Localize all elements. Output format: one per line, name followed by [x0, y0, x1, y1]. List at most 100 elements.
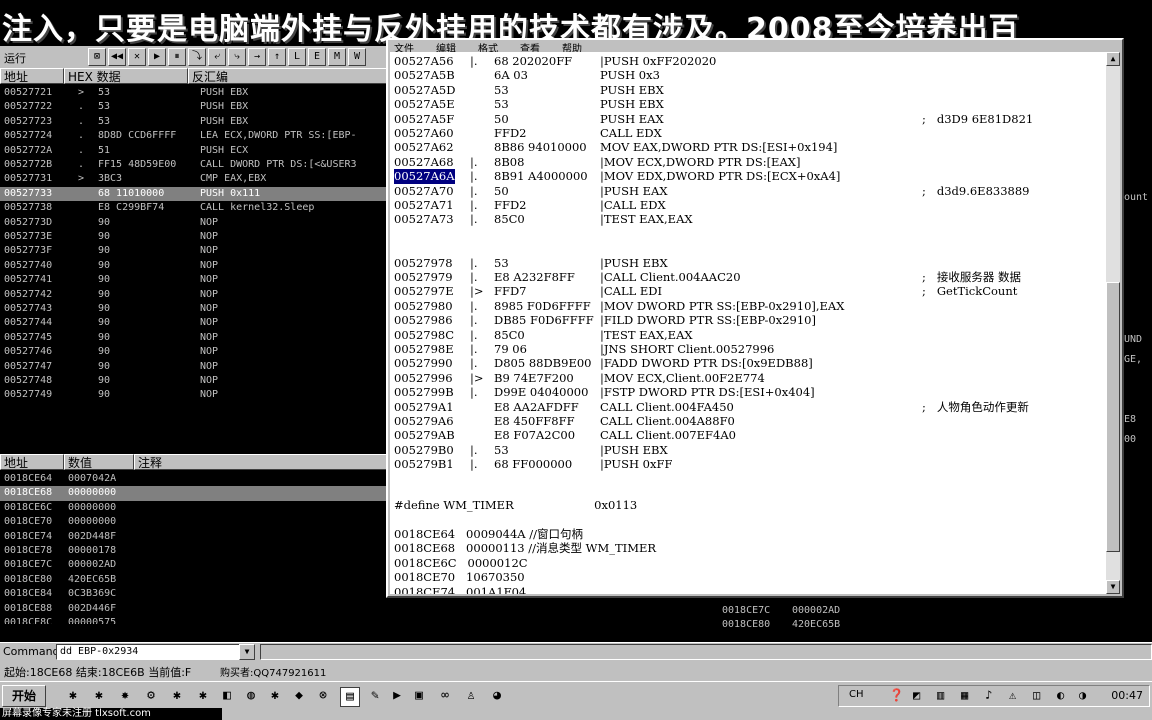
scroll-thumb[interactable] — [1106, 282, 1120, 552]
tray-icon[interactable]: ⚠ — [1009, 688, 1016, 702]
dump-row[interactable]: 0018CE78 00000178 — [0, 544, 390, 558]
scroll-down-button[interactable]: ▼ — [1106, 580, 1120, 594]
disasm-row[interactable]: 0052773D 90 NOP — [0, 216, 390, 230]
notepad-window[interactable]: 文件 编辑 格式 查看 帮助 00527A56 |. 68 202020FF |PUSH 0x… — [386, 38, 1124, 598]
stack-row[interactable]: 0018CE7C 000002AD — [700, 604, 1090, 618]
toolbar-button[interactable]: ⤶ — [208, 48, 226, 66]
toolbar-button[interactable]: ⏸ — [168, 48, 186, 66]
help-icon[interactable]: ❓ — [889, 688, 904, 702]
disasm-row[interactable]: 00527747 90 NOP — [0, 360, 390, 374]
dump-row[interactable]: 0018CE70 00000000 — [0, 515, 390, 529]
toolbar-button[interactable]: ⊠ — [88, 48, 106, 66]
dump-row[interactable]: 0018CE8C 00000575 — [0, 616, 390, 624]
toolbar-button[interactable]: ⤷ — [228, 48, 246, 66]
disasm-row[interactable]: 00527721 >53 PUSH EBX — [0, 86, 390, 100]
asm-asm: |PUSH EBX — [600, 255, 668, 270]
quicklaunch-icon[interactable]: ◆ — [290, 687, 308, 705]
disasm-row[interactable]: 00527749 90 NOP — [0, 388, 390, 402]
quicklaunch-icon[interactable]: ▣ — [410, 687, 428, 705]
dump-row[interactable]: 0018CE74 002D448F — [0, 530, 390, 544]
quicklaunch-icon[interactable]: ✸ — [116, 687, 134, 705]
tray-icon[interactable]: ◩ — [913, 688, 920, 702]
quicklaunch-icon[interactable]: ✱ — [64, 687, 82, 705]
asm-line: 005279A6 E8 450FF8FF CALL Client.004A88F0 — [394, 414, 1104, 428]
asm-addr: 005279AB — [394, 428, 455, 443]
notepad-text-area[interactable]: 00527A56 |. 68 202020FF |PUSH 0xFF202020 005… — [390, 52, 1110, 594]
toolbar-button[interactable]: L — [288, 48, 306, 66]
disasm-row[interactable]: 00527745 90 NOP — [0, 331, 390, 345]
toolbar-button[interactable]: E — [308, 48, 326, 66]
disasm-row[interactable]: 00527740 90 NOP — [0, 259, 390, 273]
tray-icon[interactable]: ◑ — [1079, 688, 1086, 702]
disassembly-pane[interactable]: 地址 HEX 数据 反汇编 00527721 >53 PUSH EBX 0052772… — [0, 68, 390, 408]
dump-col-value[interactable]: 数值 — [64, 454, 134, 470]
dump-row[interactable]: 0018CE6C 00000000 — [0, 501, 390, 515]
stack-pane[interactable]: 0018CE7C 000002AD 0018CE80 420EC65B — [700, 598, 1124, 642]
tray-icon[interactable]: ◐ — [1057, 688, 1064, 702]
disasm-row[interactable]: 00527748 90 NOP — [0, 374, 390, 388]
taskbar-app-button-active[interactable]: ▤ — [340, 687, 360, 707]
quicklaunch-icon[interactable]: ⚙ — [142, 687, 160, 705]
toolbar-button[interactable]: ✕ — [128, 48, 146, 66]
disasm-row[interactable]: 00527733 68 11010000 PUSH 0x111 — [0, 186, 390, 202]
toolbar-button[interactable]: ↑ — [268, 48, 286, 66]
col-header-hex[interactable]: HEX 数据 — [64, 68, 188, 84]
quicklaunch-icon[interactable]: ✱ — [194, 687, 212, 705]
col-header-address[interactable]: 地址 — [0, 68, 64, 84]
dump-row[interactable]: 0018CE64 0007042A — [0, 472, 390, 486]
volume-icon[interactable]: ♪ — [985, 688, 992, 702]
quicklaunch-icon[interactable]: ✱ — [90, 687, 108, 705]
disasm-row[interactable]: 0052773F 90 NOP — [0, 244, 390, 258]
quicklaunch-icon[interactable]: ⊗ — [314, 687, 332, 705]
disasm-row[interactable]: 00527724. 8D8D CCD6FFFF LEA ECX,DWORD PTR … — [0, 129, 390, 143]
toolbar-button[interactable]: ⤵ — [188, 48, 206, 66]
toolbar-button[interactable]: W — [348, 48, 366, 66]
dump-row[interactable]: 0018CE68 00000000 — [0, 486, 390, 501]
quicklaunch-icon[interactable]: ◍ — [242, 687, 260, 705]
disasm-row[interactable]: 00527742 90 NOP — [0, 288, 390, 302]
quicklaunch-icon[interactable]: ✱ — [168, 687, 186, 705]
clock[interactable]: 00:47 — [1111, 689, 1143, 702]
dump-row[interactable]: 0018CE80 420EC65B — [0, 573, 390, 587]
quicklaunch-icon[interactable]: ✎ — [366, 687, 384, 705]
disasm-asm: NOP — [200, 216, 219, 228]
dump-col-comment[interactable]: 注释 — [134, 454, 390, 470]
disasm-row[interactable]: 00527746 90 NOP — [0, 345, 390, 359]
quicklaunch-icon[interactable]: ♙ — [462, 687, 480, 705]
start-button[interactable]: 开始 — [2, 685, 46, 707]
tray-icon[interactable]: ◫ — [1033, 688, 1040, 702]
command-input[interactable]: dd EBP-0x2934 — [56, 644, 241, 660]
scroll-up-button[interactable]: ▲ — [1106, 52, 1120, 66]
disasm-row[interactable]: 00527722. 53 PUSH EBX — [0, 100, 390, 114]
disasm-row[interactable]: 00527743 90 NOP — [0, 302, 390, 316]
dump-row[interactable]: 0018CE7C 000002AD — [0, 558, 390, 572]
quicklaunch-icon[interactable]: ∞ — [436, 687, 454, 705]
quicklaunch-icon[interactable]: ▶ — [388, 687, 406, 705]
quicklaunch-icon[interactable]: ◕ — [488, 687, 506, 705]
disasm-row[interactable]: 00527731 >3BC3 CMP EAX,EBX — [0, 172, 390, 186]
toolbar-button[interactable]: ◀◀ — [108, 48, 126, 66]
col-header-disasm[interactable]: 反汇编 — [188, 68, 390, 84]
toolbar-button[interactable]: → — [248, 48, 266, 66]
disasm-row[interactable]: 00527741 90 NOP — [0, 273, 390, 287]
disasm-row[interactable]: 00527744 90 NOP — [0, 316, 390, 330]
disasm-row[interactable]: 00527738 E8 C299BF74 CALL kernel32.Sleep — [0, 201, 390, 215]
stack-row[interactable]: 0018CE80 420EC65B — [700, 618, 1090, 632]
ime-indicator[interactable]: CH — [849, 689, 864, 700]
quicklaunch-icon[interactable]: ◧ — [218, 687, 236, 705]
memory-dump-pane[interactable]: 地址 数值 注释 0018CE64 0007042A 0018CE68 0000000… — [0, 454, 390, 624]
dump-row[interactable]: 0018CE84 0C3B369C — [0, 587, 390, 601]
dump-col-address[interactable]: 地址 — [0, 454, 64, 470]
tray-icon[interactable]: ▥ — [937, 688, 944, 702]
notepad-vertical-scrollbar[interactable]: ▲ ▼ — [1106, 52, 1120, 594]
toolbar-button[interactable]: M — [328, 48, 346, 66]
disasm-row[interactable]: 0052772A. 51 PUSH ECX — [0, 144, 390, 158]
disasm-row[interactable]: 0052772B. FF15 48D59E00 CALL DWORD PTR DS:… — [0, 158, 390, 172]
disasm-row[interactable]: 00527723. 53 PUSH EBX — [0, 115, 390, 129]
disasm-row[interactable]: 0052773E 90 NOP — [0, 230, 390, 244]
toolbar-button[interactable]: ▶ — [148, 48, 166, 66]
network-icon[interactable]: ▦ — [961, 688, 968, 702]
command-dropdown-button[interactable]: ▼ — [239, 644, 255, 660]
dump-row[interactable]: 0018CE88 002D446F — [0, 602, 390, 616]
quicklaunch-icon[interactable]: ✱ — [266, 687, 284, 705]
